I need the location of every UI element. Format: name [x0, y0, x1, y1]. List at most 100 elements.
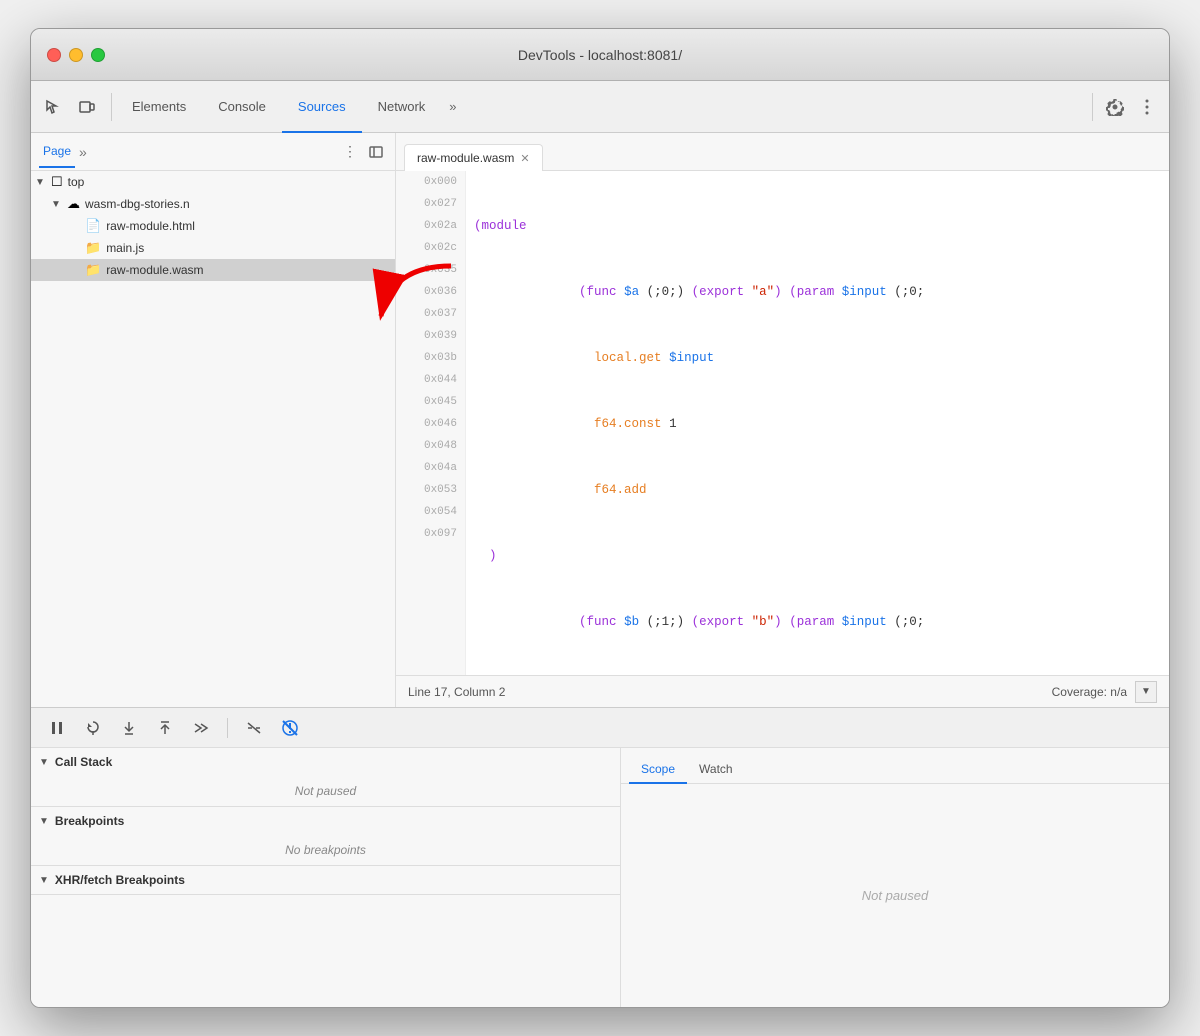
tree-arrow-wasm-origin: ▼	[51, 199, 63, 210]
line-numbers: 0x000 0x027 0x02a 0x02c 0x035 0x036 0x03…	[396, 171, 466, 675]
sidebar-tab-page[interactable]: Page	[39, 136, 75, 168]
tree-item-mainjs[interactable]: 📁 main.js	[31, 237, 395, 259]
tab-console[interactable]: Console	[202, 81, 282, 133]
coverage-label: Coverage: n/a	[1052, 685, 1127, 699]
scope-tab[interactable]: Scope	[629, 756, 687, 784]
code-line-1: (module	[474, 215, 1161, 237]
tab-elements[interactable]: Elements	[116, 81, 202, 133]
traffic-lights	[47, 48, 105, 62]
tab-network[interactable]: Network	[362, 81, 442, 133]
line-num-6: 0x036	[404, 281, 457, 303]
scope-status: Not paused	[862, 888, 929, 903]
breakpoints-arrow: ▼	[39, 816, 49, 827]
line-num-15: 0x053	[404, 479, 457, 501]
tree-icon-html: 📄	[85, 218, 101, 234]
main-toolbar: Elements Console Sources Network »	[31, 81, 1169, 133]
code-content[interactable]: (module (func $a (;0;) (export "a") (par…	[466, 171, 1169, 675]
device-toolbar-button[interactable]	[73, 93, 101, 121]
sidebar-tree: ▼ ☐ top ▼ ☁ wasm-dbg-stories.n 📄 raw-mod…	[31, 171, 395, 707]
tree-label-mainjs: main.js	[106, 241, 144, 255]
editor-tab-wasm[interactable]: raw-module.wasm ✕	[404, 144, 543, 171]
code-view[interactable]: 0x000 0x027 0x02a 0x02c 0x035 0x036 0x03…	[396, 171, 1169, 675]
tree-item-html[interactable]: 📄 raw-module.html	[31, 215, 395, 237]
editor-tab-close[interactable]: ✕	[520, 152, 529, 165]
line-num-4: 0x02c	[404, 237, 457, 259]
close-button[interactable]	[47, 48, 61, 62]
window-title: DevTools - localhost:8081/	[518, 47, 682, 63]
tree-item-top[interactable]: ▼ ☐ top	[31, 171, 395, 193]
breakpoints-content: No breakpoints	[31, 835, 620, 865]
tree-icon-cloud: ☁	[67, 196, 80, 212]
call-stack-section: ▼ Call Stack Not paused	[31, 748, 620, 807]
line-num-11: 0x045	[404, 391, 457, 413]
sidebar-menu-button[interactable]: ⋮	[339, 141, 361, 163]
watch-tab[interactable]: Watch	[687, 756, 745, 784]
tree-label-top: top	[68, 175, 85, 189]
line-num-1: 0x000	[404, 171, 457, 193]
breakpoints-section: ▼ Breakpoints No breakpoints	[31, 807, 620, 866]
code-line-4: f64.const 1	[474, 413, 1161, 435]
pause-button[interactable]	[43, 714, 71, 742]
tab-sources[interactable]: Sources	[282, 81, 362, 133]
coverage-dropdown-button[interactable]: ▼	[1135, 681, 1157, 703]
tree-icon-mainjs: 📁	[85, 240, 101, 256]
editor-tabs: raw-module.wasm ✕	[396, 133, 1169, 171]
call-stack-content: Not paused	[31, 776, 620, 806]
debug-left-panel: ▼ Call Stack Not paused ▼ Breakpoints No…	[31, 748, 621, 1007]
main-tabs: Elements Console Sources Network »	[116, 81, 1092, 132]
tree-icon-top: ☐	[51, 174, 63, 190]
bottom-content: ▼ Call Stack Not paused ▼ Breakpoints No…	[31, 748, 1169, 1007]
line-num-14: 0x04a	[404, 457, 457, 479]
more-tabs-button[interactable]: »	[441, 81, 464, 132]
step-out-button[interactable]	[151, 714, 179, 742]
line-num-13: 0x048	[404, 435, 457, 457]
xhr-breakpoints-header[interactable]: ▼ XHR/fetch Breakpoints	[31, 866, 620, 894]
step-over-button[interactable]	[79, 714, 107, 742]
editor-area: raw-module.wasm ✕ 0x000 0x027 0x02a 0x02…	[396, 133, 1169, 707]
line-num-5: 0x035	[404, 259, 457, 281]
call-stack-status: Not paused	[295, 784, 356, 798]
select-element-button[interactable]	[39, 93, 67, 121]
minimize-button[interactable]	[69, 48, 83, 62]
sidebar: Page » ⋮ ▼ ☐ top	[31, 133, 396, 707]
line-num-7: 0x037	[404, 303, 457, 325]
tree-icon-wasm: 📁	[85, 262, 101, 278]
tree-item-wasm[interactable]: 📁 raw-module.wasm	[31, 259, 395, 281]
status-right: Coverage: n/a ▼	[1052, 681, 1157, 703]
line-num-10: 0x044	[404, 369, 457, 391]
settings-button[interactable]	[1101, 93, 1129, 121]
step-next-button[interactable]	[187, 714, 215, 742]
line-num-2: 0x027	[404, 193, 457, 215]
deactivate-breakpoints-button[interactable]	[240, 714, 268, 742]
tree-arrow-top: ▼	[35, 177, 47, 188]
devtools-window: DevTools - localhost:8081/ Elements Cons…	[30, 28, 1170, 1008]
breakpoints-header[interactable]: ▼ Breakpoints	[31, 807, 620, 835]
line-num-17: 0x097	[404, 523, 457, 545]
code-line-6: )	[474, 545, 1161, 567]
toolbar-icons	[39, 93, 112, 121]
step-into-button[interactable]	[115, 714, 143, 742]
code-line-7: (func $b (;1;) (export "b") (param $inpu…	[474, 611, 1161, 633]
sidebar-actions: ⋮	[339, 141, 387, 163]
breakpoints-label: Breakpoints	[55, 814, 124, 828]
sidebar-more-button[interactable]: »	[79, 144, 87, 160]
tree-label-wasm: raw-module.wasm	[106, 263, 203, 277]
pause-on-exceptions-button[interactable]	[276, 714, 304, 742]
maximize-button[interactable]	[91, 48, 105, 62]
code-line-2: (func $a (;0;) (export "a") (param $inpu…	[474, 281, 1161, 303]
call-stack-arrow: ▼	[39, 757, 49, 768]
call-stack-header[interactable]: ▼ Call Stack	[31, 748, 620, 776]
line-num-3: 0x02a	[404, 215, 457, 237]
tree-item-wasm-origin[interactable]: ▼ ☁ wasm-dbg-stories.n	[31, 193, 395, 215]
line-num-9: 0x03b	[404, 347, 457, 369]
editor-tab-label: raw-module.wasm	[417, 151, 514, 165]
content-area: Page » ⋮ ▼ ☐ top	[31, 133, 1169, 707]
more-options-button[interactable]	[1133, 93, 1161, 121]
status-bar: Line 17, Column 2 Coverage: n/a ▼	[396, 675, 1169, 707]
sidebar-toggle-button[interactable]	[365, 141, 387, 163]
sidebar-header: Page » ⋮	[31, 133, 395, 171]
cursor-position: Line 17, Column 2	[408, 685, 505, 699]
line-num-8: 0x039	[404, 325, 457, 347]
titlebar: DevTools - localhost:8081/	[31, 29, 1169, 81]
xhr-breakpoints-label: XHR/fetch Breakpoints	[55, 873, 185, 887]
